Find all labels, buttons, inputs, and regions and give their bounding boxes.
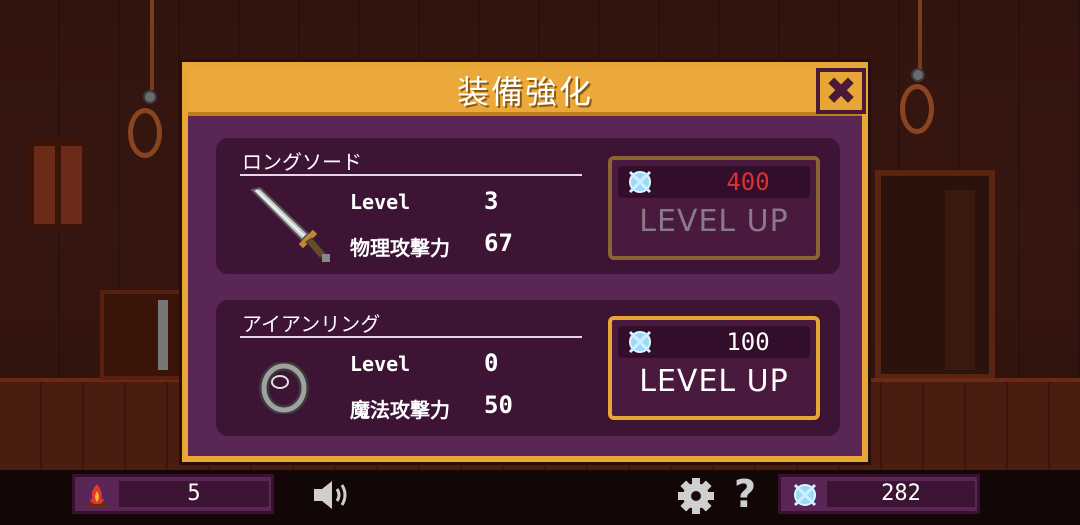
campfire-icon xyxy=(87,484,107,507)
cost-value: 400 xyxy=(726,168,770,196)
dialog-header: 装備強化 xyxy=(188,68,862,116)
level-value: 3 xyxy=(484,187,499,215)
hook xyxy=(911,68,925,82)
stat-value: 67 xyxy=(484,229,513,257)
rope xyxy=(918,0,922,70)
level-up-button[interactable]: 400 LEVEL UP xyxy=(608,156,820,260)
level-label: Level xyxy=(350,190,411,214)
gear-icon[interactable] xyxy=(676,476,716,516)
door xyxy=(945,190,975,370)
divider xyxy=(240,336,582,338)
campfire-counter: 5 xyxy=(72,474,274,514)
stat-label: 魔法攻撃力 xyxy=(350,398,450,422)
iron-ring-icon xyxy=(259,362,309,414)
divider xyxy=(240,174,582,176)
level-value: 0 xyxy=(484,349,499,377)
level-up-button[interactable]: 100 LEVEL UP xyxy=(608,316,820,420)
noose xyxy=(128,108,162,158)
noose xyxy=(900,84,934,134)
rope xyxy=(150,0,154,90)
sword-on-stand xyxy=(158,300,168,370)
question-icon[interactable]: ? xyxy=(734,472,756,516)
item-card-long-sword: ロングソード Level 3 物理攻撃力 67 400 LEVEL UP xyxy=(216,138,840,274)
level-up-label: LEVEL UP xyxy=(639,204,789,239)
close-x-icon: ✖ xyxy=(825,69,857,113)
cost-value: 100 xyxy=(726,328,770,356)
long-sword-icon xyxy=(250,186,330,262)
stat-value: 50 xyxy=(484,391,513,419)
soul-count: 282 xyxy=(881,481,921,506)
campfire-count: 5 xyxy=(187,481,201,506)
speaker-icon[interactable] xyxy=(312,478,352,512)
soul-gem-icon xyxy=(628,170,652,194)
item-card-iron-ring: アイアンリング Level 0 魔法攻撃力 50 100 LEVEL UP xyxy=(216,300,840,436)
item-name: アイアンリング xyxy=(242,312,381,336)
hook xyxy=(143,90,157,104)
level-label: Level xyxy=(350,352,411,376)
soul-counter: 282 xyxy=(778,474,980,514)
window xyxy=(28,140,88,230)
cost-bar: 100 xyxy=(618,326,810,358)
soul-gem-icon xyxy=(628,330,652,354)
bookshelf xyxy=(875,170,995,380)
cost-bar: 400 xyxy=(618,166,810,198)
stat-label: 物理攻撃力 xyxy=(350,236,450,260)
dialog-title: 装備強化 xyxy=(456,73,593,111)
soul-gem-icon xyxy=(793,483,817,507)
upgrade-dialog: 装備強化 ✖ ロングソード Level 3 物理攻撃力 67 400 LEVEL… xyxy=(182,62,868,462)
item-name: ロングソード xyxy=(242,150,362,174)
level-up-label: LEVEL UP xyxy=(639,364,789,399)
weapon-stand xyxy=(100,290,190,380)
close-button[interactable]: ✖ xyxy=(816,68,866,114)
